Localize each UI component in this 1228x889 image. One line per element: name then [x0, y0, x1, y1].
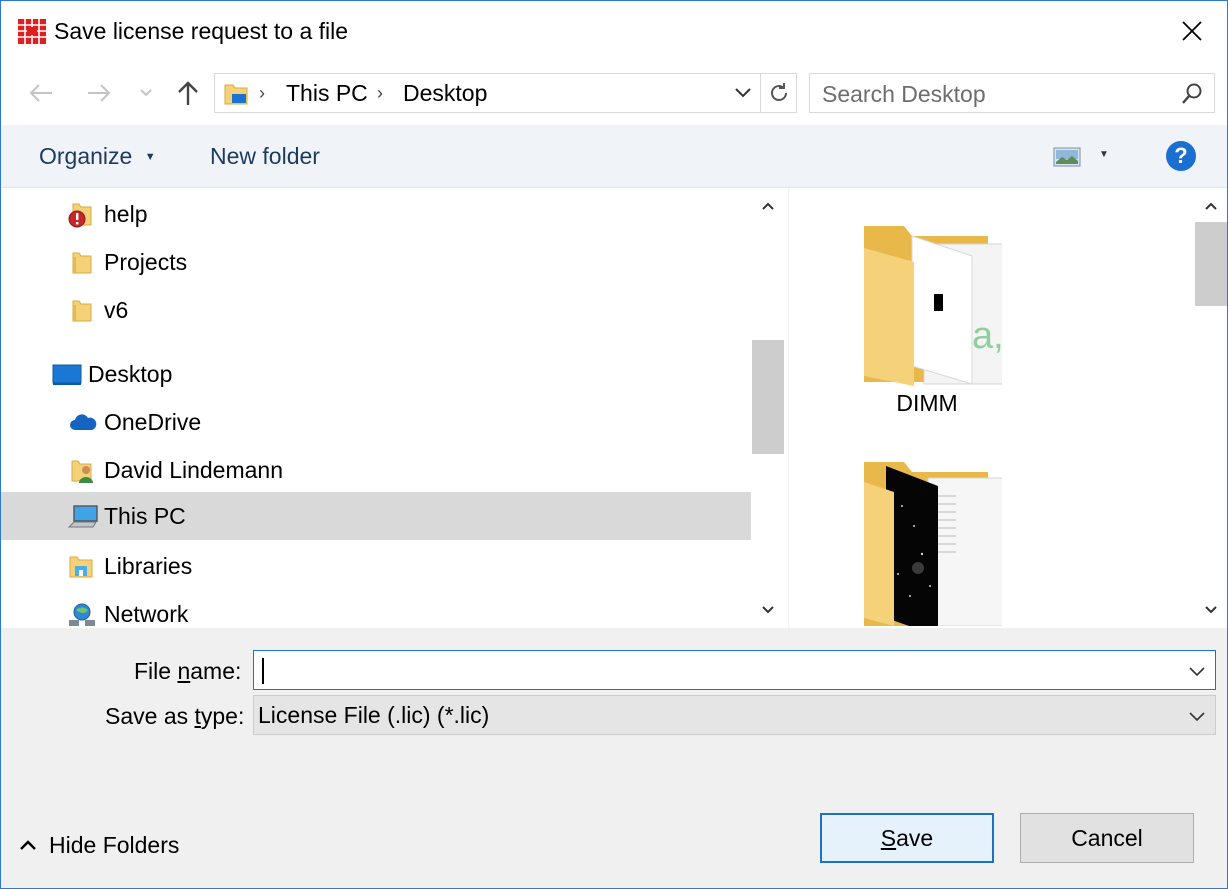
nav-label: Network — [104, 601, 189, 627]
computer-icon — [67, 505, 98, 528]
file-name-label: File name: — [134, 658, 242, 684]
arrow-up-icon — [178, 81, 198, 105]
nav-item-projects[interactable]: Projects — [1, 238, 751, 286]
breadcrumb-this-pc[interactable]: This PC — [286, 80, 368, 107]
scroll-thumb[interactable] — [752, 340, 784, 454]
cancel-button[interactable]: Cancel — [1020, 813, 1194, 863]
help-button[interactable]: ? — [1166, 141, 1196, 171]
address-history-button[interactable] — [727, 74, 759, 112]
caret-down-icon: ▼ — [1099, 149, 1109, 160]
network-icon — [69, 603, 95, 626]
nav-label: Libraries — [104, 553, 193, 579]
save-options-panel: File name: Save as type: License File (.… — [1, 628, 1227, 888]
recent-locations-button[interactable] — [131, 75, 161, 111]
caret-down-icon: ▼ — [144, 151, 156, 163]
scroll-thumb[interactable] — [1195, 222, 1227, 306]
change-view-button[interactable]: ▼ — [1053, 147, 1113, 169]
nav-label: Desktop — [88, 361, 173, 387]
nav-item-david-lindemann[interactable]: David Lindemann — [1, 446, 751, 494]
address-row: › This PC › Desktop Search Desktop — [1, 63, 1227, 125]
file-item-dimm[interactable]: a, DIMM — [827, 218, 1027, 428]
refresh-button[interactable] — [760, 74, 796, 112]
folder-desktop-icon — [224, 84, 248, 105]
nav-label: help — [104, 201, 148, 227]
chevron-down-icon — [1205, 606, 1217, 614]
chevron-up-icon — [20, 840, 36, 850]
onedrive-cloud-icon — [70, 414, 97, 430]
refresh-icon — [770, 83, 787, 101]
title-bar: Save license request to a file — [1, 1, 1227, 63]
chevron-down-icon[interactable] — [1187, 661, 1207, 681]
folder-icon — [72, 252, 92, 274]
view-thumbnail-icon — [1053, 147, 1081, 167]
folder-icon — [72, 300, 92, 322]
scroll-down-button[interactable] — [1194, 592, 1227, 628]
search-input[interactable]: Search Desktop — [809, 73, 1215, 113]
folder-warning-icon — [68, 203, 92, 228]
chevron-down-icon — [762, 606, 774, 614]
save-as-type-label: Save as type: — [105, 703, 245, 729]
organize-menu-button[interactable]: Organize ▼ — [39, 143, 156, 170]
breadcrumb-separator-icon: › — [259, 83, 265, 103]
text-caret — [262, 658, 264, 684]
content-scrollbar[interactable] — [1194, 188, 1227, 628]
red-app-icon — [18, 19, 46, 44]
chevron-up-icon — [1205, 202, 1217, 210]
chevron-down-icon — [1189, 712, 1205, 722]
chevron-up-icon — [762, 202, 774, 210]
chevron-down-icon — [735, 88, 751, 98]
search-placeholder: Search Desktop — [822, 81, 986, 107]
forward-button[interactable] — [81, 75, 117, 111]
navigation-pane: help Projects v6 Desktop OneDrive David … — [1, 188, 785, 628]
nav-label: Projects — [104, 249, 188, 275]
scroll-down-button[interactable] — [751, 592, 785, 628]
save-button[interactable]: Save — [820, 813, 994, 863]
nav-item-network[interactable]: Network — [1, 590, 751, 628]
close-icon — [1182, 21, 1202, 41]
breadcrumb-separator-icon: › — [377, 83, 383, 103]
arrow-left-icon — [29, 84, 52, 102]
scroll-up-button[interactable] — [751, 188, 785, 224]
back-button[interactable] — [23, 75, 59, 111]
folder-preview-dark-icon — [864, 462, 1002, 626]
nav-item-desktop[interactable]: Desktop — [1, 350, 751, 398]
new-folder-button[interactable]: New folder — [210, 143, 320, 170]
nav-label: v6 — [104, 297, 129, 323]
save-as-type-select[interactable]: License File (.lic) (*.lic) — [253, 695, 1216, 735]
nav-item-help[interactable]: help — [1, 190, 751, 238]
window-title: Save license request to a file — [54, 18, 349, 44]
save-as-type-value: License File (.lic) (*.lic) — [258, 702, 490, 728]
nav-label: OneDrive — [104, 409, 202, 435]
file-item-folder[interactable] — [827, 456, 1027, 628]
arrow-right-icon — [88, 84, 111, 102]
file-list: a, DIMM — [788, 188, 1227, 628]
scroll-up-button[interactable] — [1194, 188, 1227, 224]
hide-folders-label: Hide Folders — [49, 832, 180, 858]
organize-label: Organize — [39, 143, 133, 169]
nav-item-this-pc[interactable]: This PC — [1, 492, 751, 540]
desktop-icon — [52, 364, 82, 385]
user-folder-icon — [71, 460, 93, 483]
save-dialog: Save license request to a file › This PC… — [0, 0, 1228, 889]
search-icon — [1182, 83, 1202, 104]
nav-item-libraries[interactable]: Libraries — [1, 542, 751, 590]
breadcrumb-desktop[interactable]: Desktop — [403, 80, 487, 107]
navigation-scrollbar[interactable] — [751, 188, 785, 628]
chevron-down-icon — [140, 89, 152, 97]
command-toolbar: Organize ▼ New folder ▼ ? — [1, 125, 1227, 188]
up-button[interactable] — [170, 75, 206, 111]
file-label: DIMM — [896, 390, 958, 416]
close-button[interactable] — [1157, 1, 1227, 61]
nav-item-onedrive[interactable]: OneDrive — [1, 398, 751, 446]
nav-item-v6[interactable]: v6 — [1, 286, 751, 334]
folder-preview-icon: a, — [864, 226, 1002, 386]
nav-label: This PC — [104, 503, 186, 529]
libraries-icon — [69, 556, 93, 578]
address-bar[interactable]: › This PC › Desktop — [214, 73, 797, 113]
nav-label: David Lindemann — [104, 457, 284, 483]
svg-text:a,: a, — [972, 315, 1002, 357]
file-name-input[interactable] — [253, 650, 1216, 690]
